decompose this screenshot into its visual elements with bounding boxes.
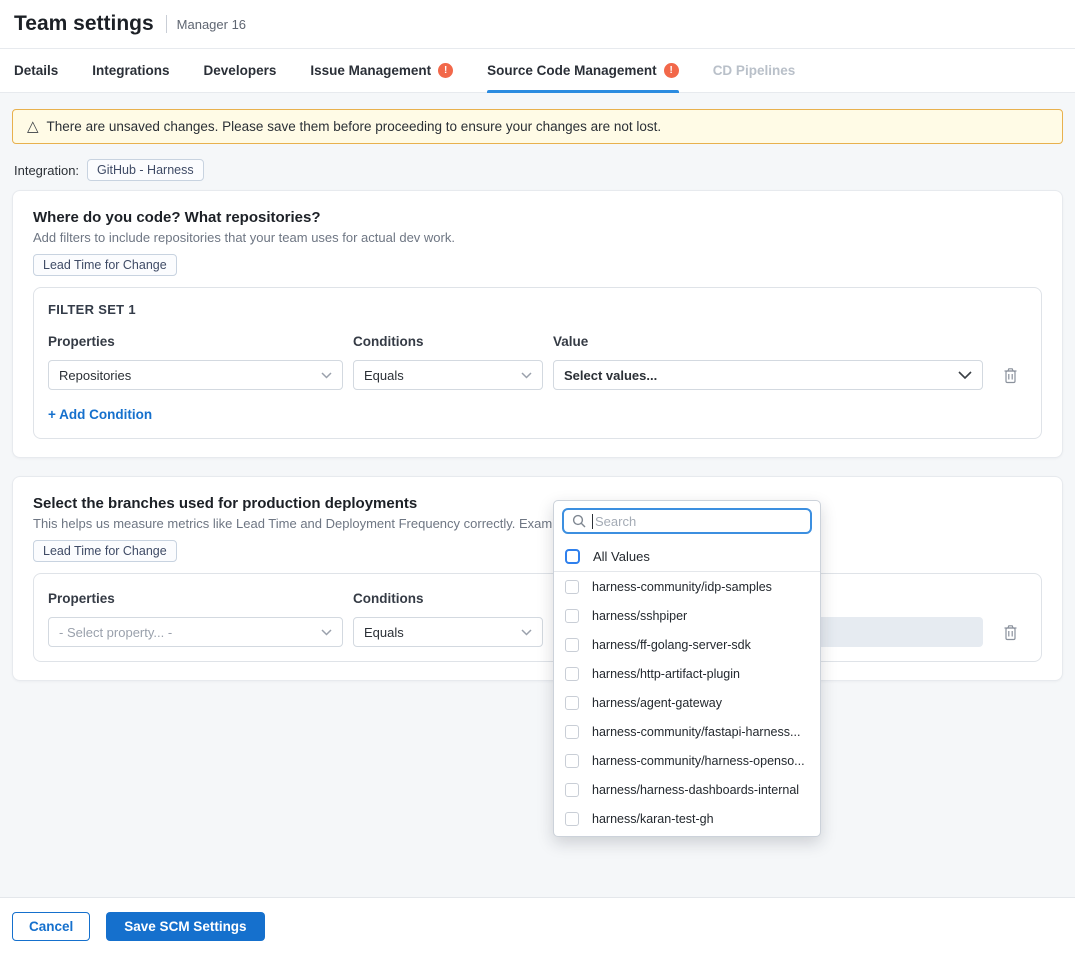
repositories-section-subtitle: Add filters to include repositories that…: [33, 230, 1042, 245]
lead-time-chip: Lead Time for Change: [33, 254, 177, 276]
warning-badge-icon: !: [438, 63, 453, 78]
list-item[interactable]: harness/harness-dashboards-internal: [554, 775, 820, 804]
unsaved-changes-banner: △︎ There are unsaved changes. Please sav…: [12, 109, 1063, 144]
checkbox-icon[interactable]: [565, 667, 579, 681]
page-header: Team settings Manager 16: [0, 0, 1075, 48]
settings-tab-bar: Details Integrations Developers Issue Ma…: [0, 48, 1075, 93]
filter-row: - Select property... - Equals: [48, 617, 1027, 647]
list-item[interactable]: harness/sshpiper: [554, 601, 820, 630]
delete-filter-button[interactable]: [1001, 622, 1020, 643]
filter-row: Repositories Equals Select values...: [48, 360, 1027, 390]
value-dropdown-panel: All Values harness-community/idp-samples…: [553, 500, 821, 837]
lead-time-chip: Lead Time for Change: [33, 540, 177, 562]
trash-icon: [1003, 367, 1018, 384]
integration-label: Integration:: [14, 163, 79, 178]
title-separator: [166, 15, 167, 33]
list-item[interactable]: harness/ff-golang-server-sdk: [554, 630, 820, 659]
property-select[interactable]: - Select property... -: [48, 617, 343, 647]
checkbox-icon[interactable]: [565, 783, 579, 797]
list-item[interactable]: harness/http-artifact-plugin: [554, 659, 820, 688]
branches-section-title: Select the branches used for production …: [33, 495, 1042, 512]
branches-section-subtitle: This helps us measure metrics like Lead …: [33, 516, 1042, 531]
warning-triangle-icon: △︎: [27, 119, 39, 134]
checkbox-icon[interactable]: [565, 638, 579, 652]
condition-select[interactable]: Equals: [353, 360, 543, 390]
tab-details[interactable]: Details: [14, 49, 58, 92]
branches-filter-card: Properties Conditions - Select property.…: [33, 573, 1042, 662]
trash-icon: [1003, 624, 1018, 641]
search-icon: [572, 514, 586, 528]
conditions-column-label: Conditions: [353, 591, 543, 606]
footer-action-bar: Cancel Save SCM Settings: [0, 897, 1075, 954]
chevron-down-icon: [321, 629, 332, 636]
cancel-button[interactable]: Cancel: [12, 912, 90, 941]
delete-filter-button[interactable]: [1001, 365, 1020, 386]
checkbox-icon[interactable]: [565, 609, 579, 623]
repositories-section-title: Where do you code? What repositories?: [33, 209, 1042, 226]
chevron-down-icon: [521, 372, 532, 379]
team-name-label: Manager 16: [177, 17, 246, 32]
scm-settings-panel: △︎ There are unsaved changes. Please sav…: [0, 93, 1075, 897]
checkbox-icon[interactable]: [565, 580, 579, 594]
value-multiselect[interactable]: Select values...: [553, 360, 983, 390]
integration-chip: GitHub - Harness: [87, 159, 204, 181]
tab-developers[interactable]: Developers: [204, 49, 277, 92]
list-item[interactable]: harness/…: [554, 833, 820, 837]
list-item[interactable]: harness/agent-gateway: [554, 688, 820, 717]
search-input[interactable]: [592, 514, 802, 529]
filter-column-headers: Properties Conditions Value: [48, 334, 1027, 349]
value-column-label: Value: [553, 334, 983, 349]
banner-text: There are unsaved changes. Please save t…: [47, 119, 662, 134]
tab-cd-pipelines: CD Pipelines: [713, 49, 796, 92]
chevron-down-icon: [521, 629, 532, 636]
dropdown-search-box: [562, 508, 812, 534]
properties-column-label: Properties: [48, 334, 343, 349]
filter-set-title: FILTER SET 1: [48, 302, 1027, 317]
chevron-down-icon: [321, 372, 332, 379]
condition-select[interactable]: Equals: [353, 617, 543, 647]
list-item[interactable]: harness-community/idp-samples: [554, 572, 820, 601]
all-values-option[interactable]: All Values: [554, 541, 820, 572]
branches-section-card: Select the branches used for production …: [12, 476, 1063, 681]
tab-integrations[interactable]: Integrations: [92, 49, 169, 92]
list-item[interactable]: harness/karan-test-gh: [554, 804, 820, 833]
checkbox-icon[interactable]: [565, 754, 579, 768]
checkbox-icon[interactable]: [565, 549, 580, 564]
integration-row: Integration: GitHub - Harness: [14, 158, 1063, 182]
tab-source-code-management[interactable]: Source Code Management !: [487, 49, 679, 92]
conditions-column-label: Conditions: [353, 334, 543, 349]
chevron-down-icon: [958, 371, 972, 379]
checkbox-icon[interactable]: [565, 725, 579, 739]
page-title: Team settings: [14, 12, 154, 36]
properties-column-label: Properties: [48, 591, 343, 606]
checkbox-icon[interactable]: [565, 696, 579, 710]
tab-issue-management[interactable]: Issue Management !: [310, 49, 453, 92]
checkbox-icon[interactable]: [565, 812, 579, 826]
warning-badge-icon: !: [664, 63, 679, 78]
property-select[interactable]: Repositories: [48, 360, 343, 390]
filter-set-1-card: FILTER SET 1 Properties Conditions Value…: [33, 287, 1042, 439]
repositories-section-card: Where do you code? What repositories? Ad…: [12, 190, 1063, 458]
filter-column-headers: Properties Conditions: [48, 591, 1027, 606]
list-item[interactable]: harness-community/harness-openso...: [554, 746, 820, 775]
add-condition-button[interactable]: + Add Condition: [48, 407, 152, 422]
list-item[interactable]: harness-community/fastapi-harness...: [554, 717, 820, 746]
save-scm-settings-button[interactable]: Save SCM Settings: [106, 912, 264, 941]
